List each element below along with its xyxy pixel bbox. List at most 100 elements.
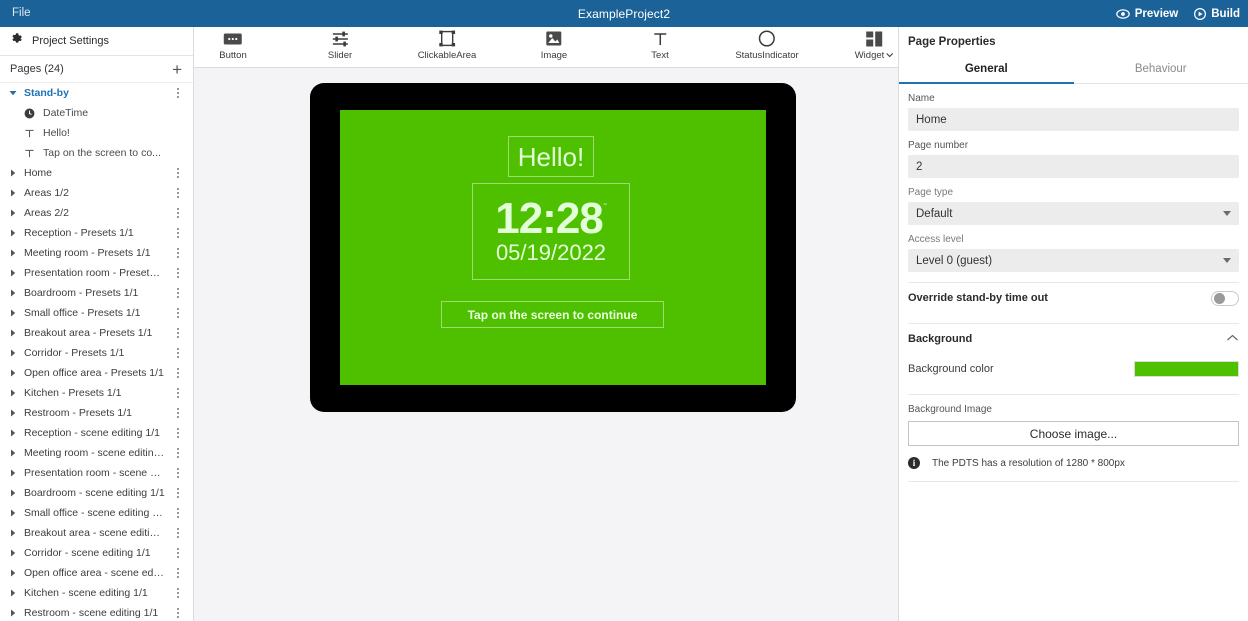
canvas-element-tap-hint[interactable]: Tap on the screen to continue xyxy=(441,301,664,328)
toolbar-item-statusindicator[interactable]: StatusIndicator xyxy=(735,30,798,61)
access-level-select[interactable]: Level 0 (guest) xyxy=(908,249,1239,272)
caret-right-icon[interactable] xyxy=(8,409,17,417)
page-menu-kebab-icon[interactable] xyxy=(172,308,184,318)
caret-right-icon[interactable] xyxy=(8,269,17,277)
caret-right-icon[interactable] xyxy=(8,389,17,397)
page-menu-kebab-icon[interactable] xyxy=(172,608,184,618)
caret-right-icon[interactable] xyxy=(8,429,17,437)
caret-right-icon[interactable] xyxy=(8,589,17,597)
page-menu-kebab-icon[interactable] xyxy=(172,228,184,238)
sidebar-page-row[interactable]: Breakout area - Presets 1/1 xyxy=(0,323,193,343)
background-section-header[interactable]: Background xyxy=(899,324,1248,354)
sidebar-element-row[interactable]: DateTime xyxy=(0,103,193,123)
sidebar-page-row[interactable]: Meeting room - Presets 1/1 xyxy=(0,243,193,263)
sidebar-page-row[interactable]: Boardroom - scene editing 1/1 xyxy=(0,483,193,503)
sidebar-page-row[interactable]: Kitchen - scene editing 1/1 xyxy=(0,583,193,603)
sidebar-page-row[interactable]: Kitchen - Presets 1/1 xyxy=(0,383,193,403)
page-menu-kebab-icon[interactable] xyxy=(172,588,184,598)
sidebar-page-row[interactable]: Restroom - scene editing 1/1 xyxy=(0,603,193,621)
sidebar-page-row[interactable]: Open office area - Presets 1/1 xyxy=(0,363,193,383)
page-menu-kebab-icon[interactable] xyxy=(172,168,184,178)
page-menu-kebab-icon[interactable] xyxy=(172,328,184,338)
page-menu-kebab-icon[interactable] xyxy=(172,548,184,558)
toolbar-item-slider[interactable]: Slider xyxy=(328,30,352,61)
caret-right-icon[interactable] xyxy=(8,529,17,537)
caret-right-icon[interactable] xyxy=(8,189,17,197)
page-menu-kebab-icon[interactable] xyxy=(172,428,184,438)
caret-right-icon[interactable] xyxy=(8,569,17,577)
caret-right-icon[interactable] xyxy=(8,289,17,297)
toolbar-item-clickablearea[interactable]: ClickableArea xyxy=(418,30,477,61)
sidebar-page-row[interactable]: Areas 2/2 xyxy=(0,203,193,223)
sidebar-page-row[interactable]: Open office area - scene editing 1/1 xyxy=(0,563,193,583)
sidebar-element-row[interactable]: Hello! xyxy=(0,123,193,143)
caret-right-icon[interactable] xyxy=(8,609,17,617)
chevron-down-icon[interactable] xyxy=(884,50,893,61)
page-menu-kebab-icon[interactable] xyxy=(172,188,184,198)
sidebar-page-row[interactable]: Boardroom - Presets 1/1 xyxy=(0,283,193,303)
plus-icon[interactable]: + xyxy=(170,61,184,78)
sidebar-page-row[interactable]: Home xyxy=(0,163,193,183)
sidebar-page-row[interactable]: Presentation room - scene editing 1/1 xyxy=(0,463,193,483)
sidebar-page-row[interactable]: Corridor - scene editing 1/1 xyxy=(0,543,193,563)
page-type-select[interactable]: Default xyxy=(908,202,1239,225)
page-menu-kebab-icon[interactable] xyxy=(172,408,184,418)
caret-right-icon[interactable] xyxy=(8,229,17,237)
toolbar-item-text[interactable]: Text xyxy=(651,30,668,61)
device-screen[interactable]: Hello! 12:28 ˜ 05/19/2022 Tap on the scr… xyxy=(340,110,766,385)
sidebar-page-row[interactable]: Areas 1/2 xyxy=(0,183,193,203)
page-menu-kebab-icon[interactable] xyxy=(172,468,184,478)
page-menu-kebab-icon[interactable] xyxy=(172,568,184,578)
page-number-input[interactable]: 2 xyxy=(908,155,1239,178)
menu-file[interactable]: File xyxy=(2,0,41,27)
page-menu-kebab-icon[interactable] xyxy=(172,368,184,378)
toolbar-item-image[interactable]: Image xyxy=(541,30,567,61)
override-standby-toggle[interactable] xyxy=(1211,291,1239,306)
page-menu-kebab-icon[interactable] xyxy=(172,248,184,258)
caret-right-icon[interactable] xyxy=(8,549,17,557)
canvas-element-hello[interactable]: Hello! xyxy=(508,136,594,177)
page-menu-kebab-icon[interactable] xyxy=(172,448,184,458)
toolbar-item-button[interactable]: Button xyxy=(219,30,246,61)
page-menu-kebab-icon[interactable] xyxy=(172,208,184,218)
caret-right-icon[interactable] xyxy=(8,309,17,317)
project-settings-button[interactable]: Project Settings xyxy=(0,27,193,56)
page-menu-kebab-icon[interactable] xyxy=(172,348,184,358)
sidebar-page-row[interactable]: Presentation room - Presets 1/1 xyxy=(0,263,193,283)
sidebar-page-row[interactable]: Restroom - Presets 1/1 xyxy=(0,403,193,423)
page-menu-kebab-icon[interactable] xyxy=(172,88,184,98)
caret-right-icon[interactable] xyxy=(8,449,17,457)
tab-general[interactable]: General xyxy=(899,56,1074,83)
sidebar-page-row[interactable]: Reception - scene editing 1/1 xyxy=(0,423,193,443)
page-menu-kebab-icon[interactable] xyxy=(172,388,184,398)
sidebar-page-row[interactable]: Corridor - Presets 1/1 xyxy=(0,343,193,363)
sidebar-page-row[interactable]: Reception - Presets 1/1 xyxy=(0,223,193,243)
tab-behaviour[interactable]: Behaviour xyxy=(1074,56,1248,83)
page-menu-kebab-icon[interactable] xyxy=(172,528,184,538)
caret-right-icon[interactable] xyxy=(8,489,17,497)
sidebar-element-row[interactable]: Tap on the screen to co... xyxy=(0,143,193,163)
sidebar-page-row[interactable]: Meeting room - scene editing 1/1 xyxy=(0,443,193,463)
canvas-element-datetime[interactable]: 12:28 ˜ 05/19/2022 xyxy=(472,183,630,280)
sidebar-page-row[interactable]: Stand-by xyxy=(0,83,193,103)
sidebar-page-row[interactable]: Breakout area - scene editing 1/1 xyxy=(0,523,193,543)
caret-right-icon[interactable] xyxy=(8,209,17,217)
choose-image-button[interactable]: Choose image... xyxy=(908,421,1239,446)
page-menu-kebab-icon[interactable] xyxy=(172,508,184,518)
caret-right-icon[interactable] xyxy=(8,469,17,477)
preview-button[interactable]: Preview xyxy=(1116,8,1178,20)
background-color-swatch[interactable] xyxy=(1134,361,1239,377)
caret-right-icon[interactable] xyxy=(8,329,17,337)
page-menu-kebab-icon[interactable] xyxy=(172,488,184,498)
build-button[interactable]: Build xyxy=(1194,8,1240,20)
page-menu-kebab-icon[interactable] xyxy=(172,268,184,278)
toolbar-item-widget[interactable]: Widget xyxy=(855,30,894,61)
caret-right-icon[interactable] xyxy=(8,249,17,257)
sidebar-page-row[interactable]: Small office - Presets 1/1 xyxy=(0,303,193,323)
caret-right-icon[interactable] xyxy=(8,169,17,177)
name-input[interactable]: Home xyxy=(908,108,1239,131)
caret-right-icon[interactable] xyxy=(8,349,17,357)
page-menu-kebab-icon[interactable] xyxy=(172,288,184,298)
caret-right-icon[interactable] xyxy=(8,509,17,517)
caret-right-icon[interactable] xyxy=(8,369,17,377)
